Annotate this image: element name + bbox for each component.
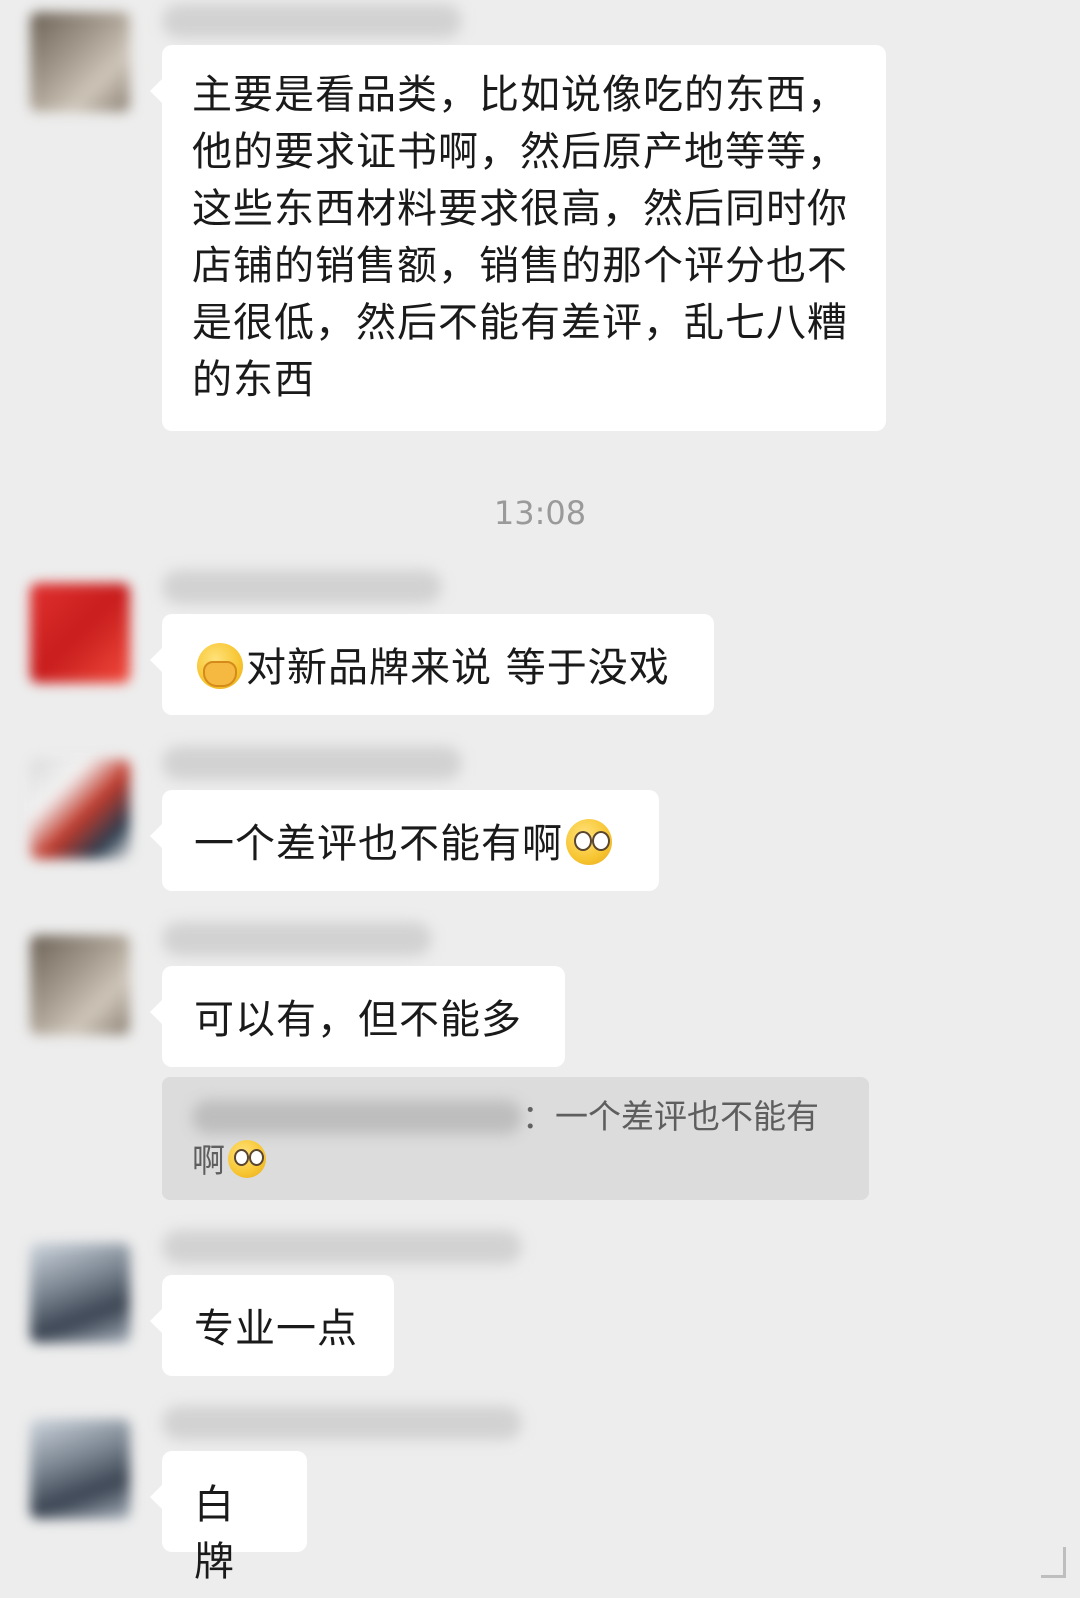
message-text: 可以有，但不能多 [194,997,522,1043]
message-bubble[interactable]: 专业一点 [150,1275,394,1376]
quoted-message[interactable]: ：一个差评也不能有啊 [162,1077,869,1200]
quote-separator: ： [522,1097,555,1136]
message-text: 对新品牌来说 等于没戏 [246,645,670,691]
message-text: 白牌 [194,1482,235,1585]
rolling-eyes-emoji-icon [228,1140,266,1178]
sender-name-redacted [162,1406,522,1440]
timestamp: 13:08 [493,494,587,532]
sender-name-redacted [162,570,442,604]
sender-name-redacted [162,746,462,780]
message-text: 专业一点 [194,1306,358,1352]
rolling-eyes-emoji-icon [566,819,612,865]
message-bubble[interactable]: 主要是看品类，比如说像吃的东西，他的要求证书啊，然后原产地等等，这些东西材料要求… [150,45,886,431]
avatar[interactable] [30,12,130,112]
message-bubble[interactable]: 一个差评也不能有啊 [150,790,659,891]
avatar[interactable] [30,1419,130,1519]
sender-name-redacted [162,1230,522,1264]
sender-name-redacted [162,922,432,956]
facepalm-emoji-icon [197,643,243,689]
message-bubble[interactable]: 白牌 [150,1451,307,1585]
avatar[interactable] [30,1243,130,1343]
quoted-sender-redacted [192,1100,522,1134]
message-bubble[interactable]: 可以有，但不能多 [150,966,565,1067]
message-text: 主要是看品类，比如说像吃的东西，他的要求证书啊，然后原产地等等，这些东西材料要求… [192,72,848,403]
avatar[interactable] [30,759,130,859]
avatar[interactable] [30,935,130,1035]
sender-name-redacted [162,4,462,38]
avatar[interactable] [30,583,130,683]
scroll-indicator [1041,1547,1066,1578]
message-bubble[interactable]: 对新品牌来说 等于没戏 [150,614,714,715]
message-text: 一个差评也不能有啊 [194,821,563,867]
